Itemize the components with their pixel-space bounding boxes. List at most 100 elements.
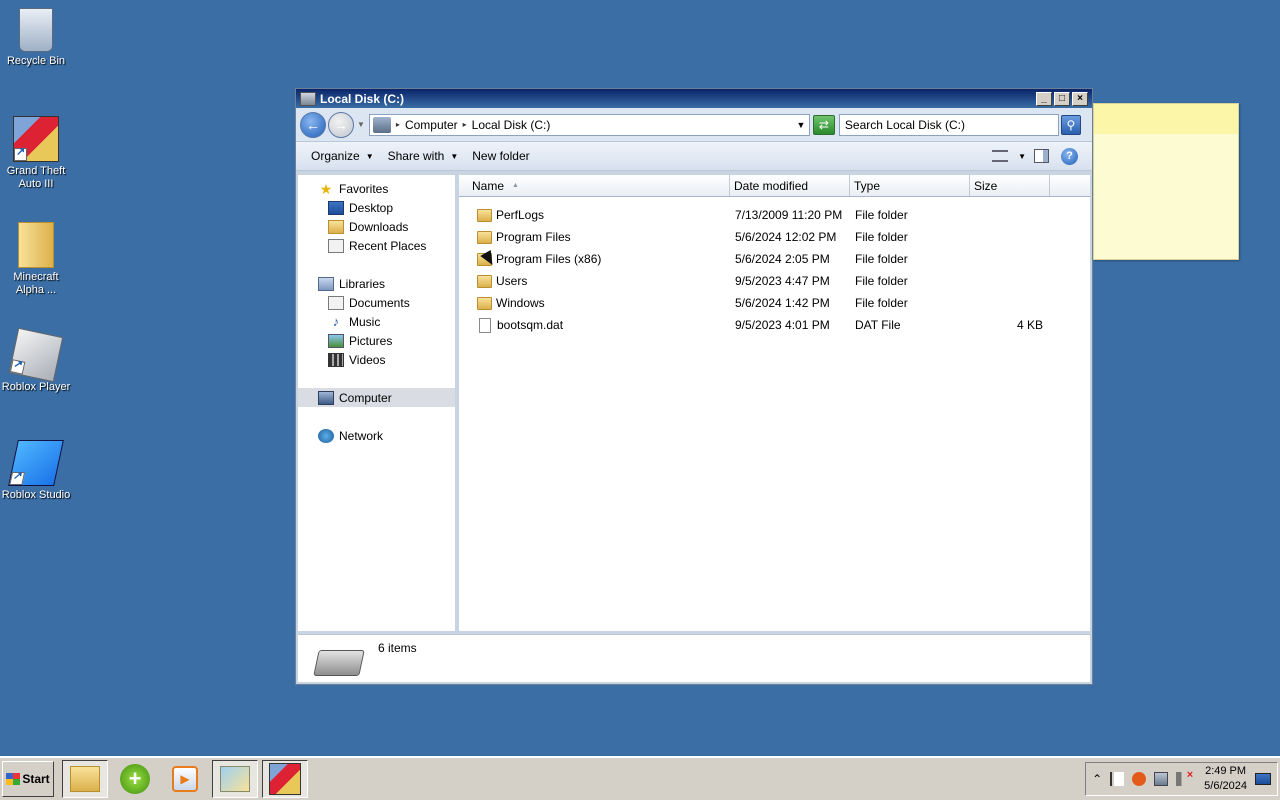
desktop-icon-label: Roblox Studio xyxy=(1,489,71,501)
file-name: bootsqm.dat xyxy=(497,318,564,332)
file-date: 7/13/2009 11:20 PM xyxy=(735,208,843,222)
file-list[interactable]: Name ▲ Date modified Type Size PerfLogs … xyxy=(459,175,1090,631)
maximize-button[interactable]: □ xyxy=(1054,91,1070,106)
taskbar-folder[interactable] xyxy=(212,760,258,798)
file-name: Windows xyxy=(496,296,545,310)
address-dropdown-icon[interactable]: ▼ xyxy=(793,120,809,130)
help-icon[interactable]: ? xyxy=(1061,147,1078,165)
nav-label: Desktop xyxy=(349,200,394,215)
start-button[interactable]: Start xyxy=(2,761,54,797)
nav-label: Pictures xyxy=(349,333,393,348)
sticky-note[interactable] xyxy=(1093,103,1239,260)
shortcut-arrow-icon xyxy=(14,146,27,161)
arrow-right-icon: → xyxy=(334,116,348,133)
nav-favorites[interactable]: ★ Favorites xyxy=(298,179,455,198)
nav-downloads[interactable]: Downloads xyxy=(298,217,455,236)
file-date: 5/6/2024 12:02 PM xyxy=(735,230,837,244)
view-dropdown-icon[interactable]: ▼ xyxy=(1018,152,1026,161)
nav-recent-places[interactable]: Recent Places xyxy=(298,236,455,255)
preview-pane-icon[interactable] xyxy=(1034,149,1049,163)
table-row[interactable]: bootsqm.dat 9/5/2023 4:01 PM DAT File 4 … xyxy=(459,314,1090,336)
new-folder-label: New folder xyxy=(472,149,530,163)
nav-label: Recent Places xyxy=(349,238,427,253)
nav-label: Network xyxy=(339,428,384,443)
explorer-window: Local Disk (C:) _ □ × ← → ▼ ▸ Computer ▸… xyxy=(295,88,1093,685)
column-header-name[interactable]: Name ▲ xyxy=(459,175,730,196)
taskbar-plus-app[interactable]: + xyxy=(112,760,158,798)
breadcrumb-local-disk[interactable]: Local Disk (C:) xyxy=(472,118,551,132)
nav-libraries[interactable]: Libraries xyxy=(298,274,455,293)
sticky-note-header[interactable] xyxy=(1094,104,1238,134)
search-button[interactable]: ⚲ xyxy=(1060,114,1081,135)
desktop-icon-recycle-bin[interactable]: Recycle Bin xyxy=(0,8,72,68)
taskbar-media-player[interactable]: ▶ xyxy=(162,760,208,798)
forward-button[interactable]: → xyxy=(328,111,354,138)
nav-videos[interactable]: Videos xyxy=(298,350,455,369)
volume-muted-icon[interactable] xyxy=(1176,769,1193,786)
navigation-pane[interactable]: ★ Favorites Desktop Downloads Recent Pla… xyxy=(298,175,456,631)
pictures-icon xyxy=(328,333,344,348)
action-center-flag-icon[interactable] xyxy=(1110,772,1125,786)
chevron-right-icon[interactable]: ▸ xyxy=(396,120,400,129)
taskbar: Start + ▶ ⌃ 2:49 PM 5/6/2024 xyxy=(0,756,1280,800)
column-header-date[interactable]: Date modified xyxy=(730,175,850,196)
table-row[interactable]: Program Files (x86) 5/6/2024 2:05 PM Fil… xyxy=(459,248,1090,270)
computer-icon xyxy=(318,390,334,405)
nav-documents[interactable]: Documents xyxy=(298,293,455,312)
file-date: 5/6/2024 1:42 PM xyxy=(735,296,830,310)
nav-network[interactable]: Network xyxy=(298,426,455,445)
stop-icon[interactable] xyxy=(1132,772,1147,786)
network-icon[interactable] xyxy=(1154,772,1169,786)
refresh-icon: ⇄ xyxy=(818,117,829,132)
organize-button[interactable]: Organize ▼ xyxy=(304,144,381,168)
back-button[interactable]: ← xyxy=(300,111,326,138)
close-button[interactable]: × xyxy=(1072,91,1088,106)
file-date: 5/6/2024 2:05 PM xyxy=(735,252,830,266)
sort-ascending-icon: ▲ xyxy=(512,182,519,189)
media-player-icon: ▶ xyxy=(172,766,198,792)
arrow-left-icon: ← xyxy=(306,116,320,133)
show-hidden-icons-icon[interactable]: ⌃ xyxy=(1092,772,1102,786)
file-type: File folder xyxy=(855,252,908,266)
column-header-extra[interactable] xyxy=(1050,175,1090,196)
table-row[interactable]: Users 9/5/2023 4:47 PM File folder xyxy=(459,270,1090,292)
nav-label: Downloads xyxy=(349,219,409,234)
nav-label: Libraries xyxy=(339,276,386,291)
nav-computer[interactable]: Computer xyxy=(298,388,455,407)
chevron-right-icon[interactable]: ▸ xyxy=(463,120,467,129)
breadcrumb[interactable]: ▸ Computer ▸ Local Disk (C:) ▼ xyxy=(368,113,810,136)
folder-icon xyxy=(477,296,492,310)
search-input[interactable] xyxy=(839,117,1058,132)
desktop-icon-roblox-studio[interactable]: Roblox Studio xyxy=(0,440,72,502)
videos-icon xyxy=(328,352,344,367)
file-name: Users xyxy=(496,274,528,288)
new-folder-button[interactable]: New folder xyxy=(465,144,536,168)
title-bar[interactable]: Local Disk (C:) _ □ × xyxy=(296,89,1092,108)
column-header-type[interactable]: Type xyxy=(850,175,970,196)
table-row[interactable]: PerfLogs 7/13/2009 11:20 PM File folder xyxy=(459,204,1090,226)
taskbar-explorer[interactable] xyxy=(62,760,108,798)
share-with-button[interactable]: Share with ▼ xyxy=(381,144,466,168)
column-header-size[interactable]: Size xyxy=(970,175,1050,196)
nav-music[interactable]: ♪ Music xyxy=(298,312,455,331)
file-type: File folder xyxy=(855,274,908,288)
breadcrumb-computer[interactable]: Computer xyxy=(405,118,458,132)
nav-pictures[interactable]: Pictures xyxy=(298,331,455,350)
gta3-icon xyxy=(269,763,301,795)
nav-label: Computer xyxy=(339,390,392,405)
desktop-icon-roblox-player[interactable]: Roblox Player xyxy=(0,327,72,394)
minimize-button[interactable]: _ xyxy=(1036,91,1052,106)
history-dropdown-icon[interactable]: ▼ xyxy=(357,120,365,129)
nav-desktop[interactable]: Desktop xyxy=(298,198,455,217)
desktop-icon-minecraft[interactable]: Minecraft Alpha ... xyxy=(0,222,72,297)
table-row[interactable]: Windows 5/6/2024 1:42 PM File folder xyxy=(459,292,1090,314)
table-row[interactable]: Program Files 5/6/2024 12:02 PM File fol… xyxy=(459,226,1090,248)
desktop-icon-gta3[interactable]: Grand Theft Auto III xyxy=(0,116,72,191)
refresh-button[interactable]: ⇄ xyxy=(812,114,835,135)
drive-icon xyxy=(300,91,316,106)
show-desktop-icon[interactable] xyxy=(1255,773,1271,785)
clock[interactable]: 2:49 PM 5/6/2024 xyxy=(1204,764,1247,794)
taskbar-gta3[interactable] xyxy=(262,760,308,798)
search-box[interactable] xyxy=(838,113,1059,136)
view-options-icon[interactable] xyxy=(992,150,1009,162)
